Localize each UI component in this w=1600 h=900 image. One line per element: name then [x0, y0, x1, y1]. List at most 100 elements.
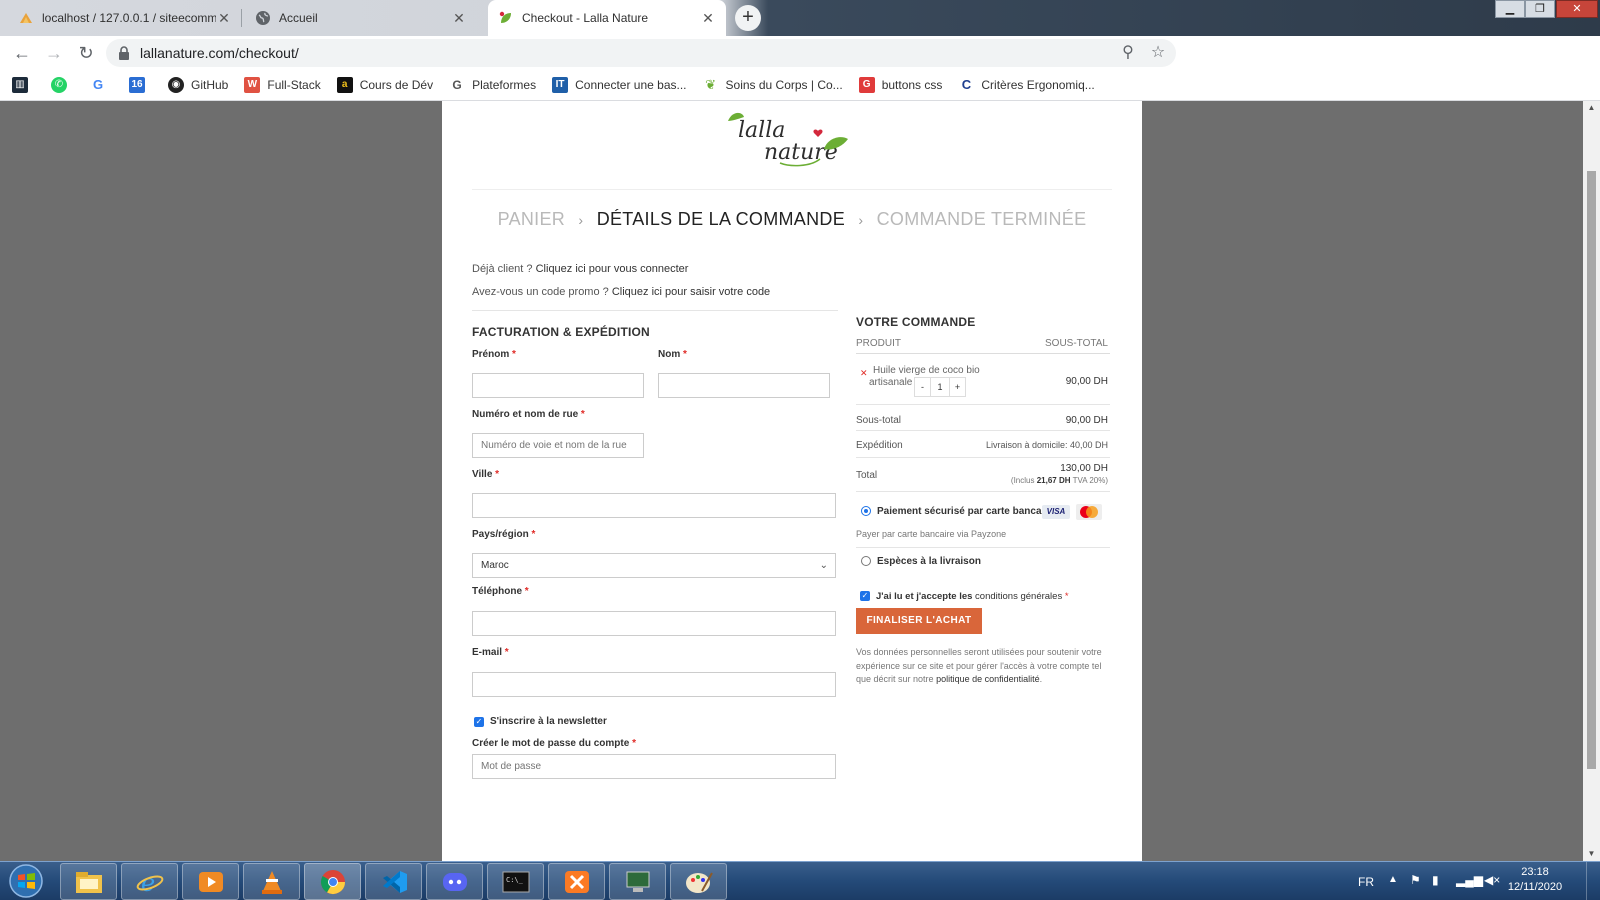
- xampp-icon: [565, 871, 589, 893]
- quantity-stepper: - 1 +: [914, 377, 966, 397]
- scroll-down-icon[interactable]: ▼: [1583, 847, 1600, 861]
- payment-cash-radio[interactable]: [861, 556, 871, 566]
- zoom-icon[interactable]: ⚲: [1118, 43, 1138, 63]
- password-field[interactable]: [472, 754, 836, 779]
- street-field[interactable]: [472, 433, 644, 458]
- show-hidden-icons[interactable]: ▲: [1388, 874, 1398, 885]
- payment-card-radio[interactable]: [861, 506, 871, 516]
- remove-item-icon[interactable]: ✕: [860, 368, 868, 379]
- taskbar-media-player[interactable]: [182, 863, 239, 900]
- taskbar-vscode[interactable]: [365, 863, 422, 900]
- payment-card-label[interactable]: Paiement sécurisé par carte bancaire: [877, 506, 1054, 517]
- product-name[interactable]: Huile vierge de coco bio: [873, 365, 980, 377]
- windows-start-button[interactable]: [3, 863, 49, 900]
- action-center-flag-icon[interactable]: ⚑: [1410, 873, 1421, 887]
- back-icon[interactable]: ←: [6, 39, 38, 67]
- trello-icon: ▥: [12, 77, 28, 93]
- tab-accueil[interactable]: Accueil ✕: [245, 0, 477, 36]
- taskbar-paint[interactable]: [670, 863, 727, 900]
- terms-link[interactable]: conditions générales: [975, 591, 1062, 602]
- taskbar-vlc[interactable]: [243, 863, 300, 900]
- bookmark-buttons-css[interactable]: Gbuttons css: [858, 77, 942, 93]
- quantity-plus[interactable]: +: [950, 378, 965, 396]
- taskbar-ie[interactable]: e: [121, 863, 178, 900]
- page-scrollbar[interactable]: ▲ ▼: [1583, 101, 1600, 861]
- terms-label: J'ai lu et j'accepte les conditions géné…: [876, 591, 1069, 602]
- browser-toolbar: ← → ↻ ⚲ ☆ K D A DS ▦ ⚲ ◙ ✚ ⋮: [0, 36, 1600, 97]
- bookmark-label: Connecter une bas...: [575, 78, 687, 92]
- bookmark-full-stack[interactable]: W Full-Stack: [244, 77, 321, 93]
- bookmark-calendar[interactable]: 16: [129, 77, 152, 93]
- last-name-label: Nom *: [658, 349, 687, 360]
- bookmark-plateformes[interactable]: G Plateformes: [449, 77, 536, 93]
- bookmark-whatsapp[interactable]: ✆: [51, 77, 74, 93]
- first-name-label: Prénom *: [472, 349, 516, 360]
- language-indicator[interactable]: FR: [1358, 875, 1374, 889]
- show-desktop-button[interactable]: [1586, 862, 1600, 900]
- minimize-button[interactable]: ▁: [1495, 0, 1525, 18]
- label-text: Numéro et nom de rue: [472, 409, 579, 420]
- windows-taskbar: e C:\_ FR ▲ ⚑ ▮ ▂▄▆ ◀× 23:18 12/11/2020: [0, 861, 1600, 900]
- system-clock[interactable]: 23:18 12/11/2020: [1500, 865, 1570, 895]
- quantity-value[interactable]: 1: [930, 378, 950, 396]
- bookmark-star-icon[interactable]: ☆: [1148, 43, 1168, 63]
- scroll-thumb[interactable]: [1587, 171, 1596, 769]
- last-name-field[interactable]: [658, 373, 830, 398]
- bookmark-github[interactable]: ◉ GitHub: [168, 77, 228, 93]
- clock-date: 12/11/2020: [1507, 881, 1563, 893]
- address-bar[interactable]: ⚲ ☆: [106, 39, 1176, 67]
- tab-phpmyadmin[interactable]: localhost / 127.0.0.1 / siteecommerce ✕: [8, 0, 242, 36]
- close-icon[interactable]: ✕: [216, 10, 232, 27]
- newsletter-checkbox[interactable]: ✓: [474, 717, 484, 727]
- country-label: Pays/région *: [472, 529, 535, 540]
- terms-checkbox[interactable]: ✓: [860, 591, 870, 601]
- bookmark-criteres[interactable]: C Critères Ergonomiq...: [958, 77, 1095, 93]
- bookmark-trello[interactable]: ▥: [12, 77, 35, 93]
- tab-checkout[interactable]: Checkout - Lalla Nature ✕: [488, 0, 726, 36]
- bookmark-soins-du-corps[interactable]: ❦ Soins du Corps | Co...: [702, 77, 843, 93]
- taskbar-explorer[interactable]: [60, 863, 117, 900]
- login-prefix: Déjà client ?: [472, 263, 533, 275]
- reload-icon[interactable]: ↻: [70, 39, 102, 67]
- new-tab-button[interactable]: +: [735, 5, 761, 31]
- taskbar-chrome[interactable]: [304, 863, 361, 900]
- payment-cash-label[interactable]: Espèces à la livraison: [877, 556, 981, 567]
- login-link[interactable]: Cliquez ici pour vous connecter: [536, 263, 689, 275]
- taskbar-xampp[interactable]: [548, 863, 605, 900]
- city-field[interactable]: [472, 493, 836, 518]
- place-order-button[interactable]: FINALISER L'ACHAT: [856, 608, 982, 634]
- first-name-field[interactable]: [472, 373, 644, 398]
- bookmark-connecter[interactable]: IT Connecter une bas...: [552, 77, 687, 93]
- url-input[interactable]: [140, 45, 1040, 61]
- scroll-up-icon[interactable]: ▲: [1583, 101, 1600, 115]
- country-select[interactable]: Maroc ⌄: [472, 553, 836, 578]
- city-label: Ville *: [472, 469, 499, 480]
- taskbar-discord[interactable]: [426, 863, 483, 900]
- maximize-button[interactable]: ❐: [1525, 0, 1555, 18]
- taskbar-device-manager[interactable]: [609, 863, 666, 900]
- privacy-link[interactable]: politique de confidentialité: [936, 674, 1040, 684]
- required-mark: *: [524, 586, 529, 597]
- step-cart[interactable]: PANIER: [498, 209, 565, 229]
- taskbar-cmd[interactable]: C:\_: [487, 863, 544, 900]
- close-icon[interactable]: ✕: [451, 10, 467, 27]
- screen: localhost / 127.0.0.1 / siteecommerce ✕ …: [0, 0, 1600, 900]
- quantity-minus[interactable]: -: [915, 378, 930, 396]
- bookmark-cours-de-dev[interactable]: a Cours de Dév: [336, 77, 433, 93]
- close-window-button[interactable]: ✕: [1556, 0, 1598, 18]
- github-icon: ◉: [168, 77, 184, 93]
- close-icon[interactable]: ✕: [700, 10, 716, 27]
- volume-muted-icon[interactable]: ◀×: [1484, 873, 1500, 887]
- chrome-icon: [320, 870, 345, 895]
- phone-field[interactable]: [472, 611, 836, 636]
- svg-text:e: e: [141, 869, 155, 895]
- battery-icon[interactable]: ▮: [1432, 873, 1439, 887]
- forward-icon[interactable]: →: [38, 39, 70, 67]
- site-logo[interactable]: lalla nature: [720, 107, 850, 169]
- network-icon[interactable]: ▂▄▆: [1456, 873, 1483, 887]
- country-value: Maroc: [481, 560, 509, 571]
- email-field[interactable]: [472, 672, 836, 697]
- promo-link[interactable]: Cliquez ici pour saisir votre code: [612, 286, 770, 298]
- product-name-line: Huile vierge de coco bio: [873, 365, 980, 376]
- bookmark-google[interactable]: G: [90, 77, 113, 93]
